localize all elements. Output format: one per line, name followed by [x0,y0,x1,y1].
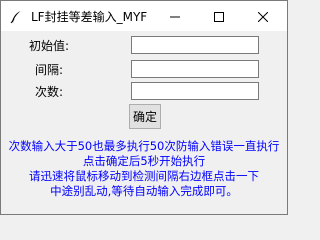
instruction-line: 次数输入大于50也最多执行50次防输入错误一直执行 [8,139,280,153]
confirm-button[interactable]: 确定 [129,104,161,129]
app-window: LF封挂等差输入_MYF 初始值: 间隔: 次数: 确定 次数输入大于50也最多… [0,0,288,215]
window-title: LF封挂等差输入_MYF [31,10,148,24]
minimize-icon [170,7,180,26]
initial-value-input[interactable] [131,36,259,54]
count-label: 次数: [35,85,64,99]
interval-label: 间隔: [35,63,64,77]
instruction-line: 点击确定后5秒开始执行 [82,154,206,168]
close-icon [257,7,269,26]
minimize-button[interactable] [153,1,197,31]
close-button[interactable] [241,1,285,31]
interval-input[interactable] [131,60,259,78]
instructions-text: 次数输入大于50也最多执行50次防输入错误一直执行 点击确定后5秒开始执行 请迅… [1,139,287,199]
initial-value-label: 初始值: [29,39,70,53]
maximize-button[interactable] [197,1,241,31]
instruction-line: 中途别乱动,等待自动输入完成即可。 [50,184,238,198]
instruction-line: 请迅速将鼠标移动到检测间隔右边框点击一下 [29,169,259,183]
maximize-icon [214,7,224,26]
count-input[interactable] [131,82,259,100]
feather-icon [9,9,23,24]
title-bar[interactable]: LF封挂等差输入_MYF [1,1,287,31]
